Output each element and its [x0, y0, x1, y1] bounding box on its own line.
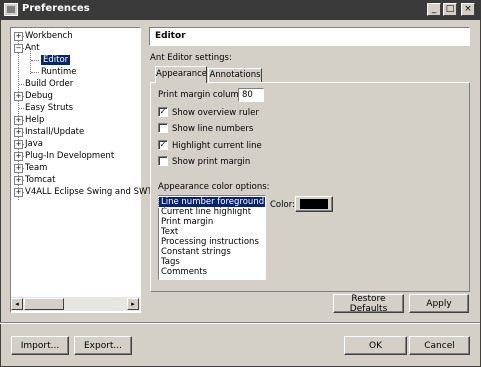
- tree-item-install-update[interactable]: Install/Update: [25, 126, 84, 138]
- tree-item-java[interactable]: Java: [25, 138, 43, 150]
- ok-button[interactable]: OK: [344, 336, 407, 355]
- export-button[interactable]: Export...: [74, 336, 132, 355]
- checkbox-show-line-numbers[interactable]: [158, 123, 168, 133]
- expand-icon[interactable]: +: [14, 92, 23, 101]
- tree-item-label: Tomcat: [25, 175, 56, 185]
- restore-defaults-button[interactable]: Restore Defaults: [333, 294, 404, 314]
- tree-item-label: Build Order: [25, 79, 74, 89]
- tree-item-runtime[interactable]: Runtime: [41, 66, 77, 78]
- checkbox-highlight-current-line[interactable]: ✓: [158, 140, 168, 150]
- tree-item-label: V4ALL Eclipse Swing and SWT G: [25, 187, 162, 197]
- tree-item-workbench[interactable]: Workbench: [25, 30, 73, 42]
- app-icon: [4, 3, 18, 16]
- tree-horizontal-scrollbar[interactable]: ◂ ▸: [11, 297, 140, 311]
- tree-item-build-order[interactable]: Build Order: [25, 78, 73, 90]
- scroll-thumb[interactable]: [24, 298, 64, 310]
- color-option-item[interactable]: Line number foreground: [158, 196, 266, 208]
- maximize-button[interactable]: □: [443, 3, 457, 16]
- checkbox-show-overview-ruler[interactable]: ✓: [158, 107, 168, 117]
- page-title: Editor: [155, 31, 186, 41]
- checkbox-label[interactable]: Highlight current line: [172, 141, 262, 151]
- preferences-tree[interactable]: + Workbench − Ant Editor Runtime Build Order + D…: [10, 27, 162, 313]
- expand-icon[interactable]: +: [14, 164, 23, 173]
- checkbox-show-print-margin[interactable]: [158, 156, 168, 166]
- tree-item-label: Install/Update: [25, 127, 85, 137]
- expand-icon[interactable]: +: [14, 188, 23, 197]
- tree-item-debug[interactable]: Debug: [25, 90, 53, 102]
- tab-appearance[interactable]: Appearance: [155, 66, 207, 83]
- tree-item-label: Editor: [41, 55, 71, 65]
- separator: [0, 322, 480, 324]
- tree-item-editor[interactable]: Editor: [41, 54, 71, 66]
- scroll-right-arrow[interactable]: ▸: [127, 298, 139, 310]
- color-option-item[interactable]: Constant strings: [159, 247, 265, 257]
- apply-button[interactable]: Apply: [409, 294, 469, 313]
- title-bar: Preferences _ □ ×: [0, 0, 481, 20]
- tree-item-label: Easy Struts: [25, 103, 74, 113]
- expand-icon[interactable]: +: [14, 32, 23, 41]
- tree-item-label: Runtime: [41, 67, 77, 77]
- print-margin-label: Print margin column:: [158, 90, 248, 100]
- cancel-button[interactable]: Cancel: [409, 336, 470, 355]
- color-label: Color:: [270, 200, 295, 210]
- tree-item-label: Debug: [25, 91, 53, 101]
- page-header: Editor: [149, 27, 470, 46]
- color-option-item[interactable]: Current line highlight: [159, 207, 265, 217]
- window-title: Preferences: [22, 3, 90, 14]
- tree-item-label: Plug-In Development: [25, 151, 115, 161]
- checkbox-label[interactable]: Show overview ruler: [172, 108, 259, 118]
- tree-item-v4all-eclipse-swing-and-swt-g[interactable]: V4ALL Eclipse Swing and SWT G: [25, 186, 162, 198]
- import-button[interactable]: Import...: [11, 336, 69, 355]
- tree-item-label: Team: [25, 163, 48, 173]
- checkbox-label[interactable]: Show print margin: [172, 157, 250, 167]
- color-options-label: Appearance color options:: [158, 182, 270, 192]
- checkbox-label[interactable]: Show line numbers: [172, 124, 253, 134]
- expand-icon[interactable]: +: [14, 116, 23, 125]
- color-option-item[interactable]: Print margin: [159, 217, 265, 227]
- collapse-icon[interactable]: −: [14, 44, 23, 53]
- tree-item-label: Workbench: [25, 31, 73, 41]
- close-button[interactable]: ×: [461, 3, 475, 16]
- tree-item-label: Help: [25, 115, 45, 125]
- settings-label: Ant Editor settings:: [150, 53, 232, 63]
- color-option-item[interactable]: Comments: [159, 267, 265, 277]
- tree-item-plug-in-development[interactable]: Plug-In Development: [25, 150, 114, 162]
- tree-item-easy-struts[interactable]: Easy Struts: [25, 102, 73, 114]
- minimize-button[interactable]: _: [427, 3, 441, 16]
- tree-item-tomcat[interactable]: Tomcat: [25, 174, 55, 186]
- color-option-item[interactable]: Tags: [159, 257, 265, 267]
- color-picker-button[interactable]: [295, 196, 333, 212]
- tree-item-help[interactable]: Help: [25, 114, 44, 126]
- expand-icon[interactable]: +: [14, 140, 23, 149]
- scroll-left-arrow[interactable]: ◂: [11, 298, 23, 310]
- expand-icon[interactable]: +: [14, 152, 23, 161]
- expand-icon[interactable]: +: [14, 128, 23, 137]
- tree-item-team[interactable]: Team: [25, 162, 47, 174]
- tab-annotations[interactable]: Annotations: [208, 68, 262, 83]
- color-swatch: [300, 199, 328, 209]
- tree-item-label: Ant: [25, 43, 40, 53]
- color-options-list[interactable]: Line number foreground Current line highl…: [158, 195, 266, 280]
- print-margin-input[interactable]: 80: [238, 88, 264, 102]
- color-option-item[interactable]: Processing instructions: [159, 237, 265, 247]
- tree-item-ant[interactable]: Ant: [25, 42, 40, 54]
- expand-icon[interactable]: +: [14, 176, 23, 185]
- tree-item-label: Java: [25, 139, 43, 149]
- color-option-item[interactable]: Text: [159, 227, 265, 237]
